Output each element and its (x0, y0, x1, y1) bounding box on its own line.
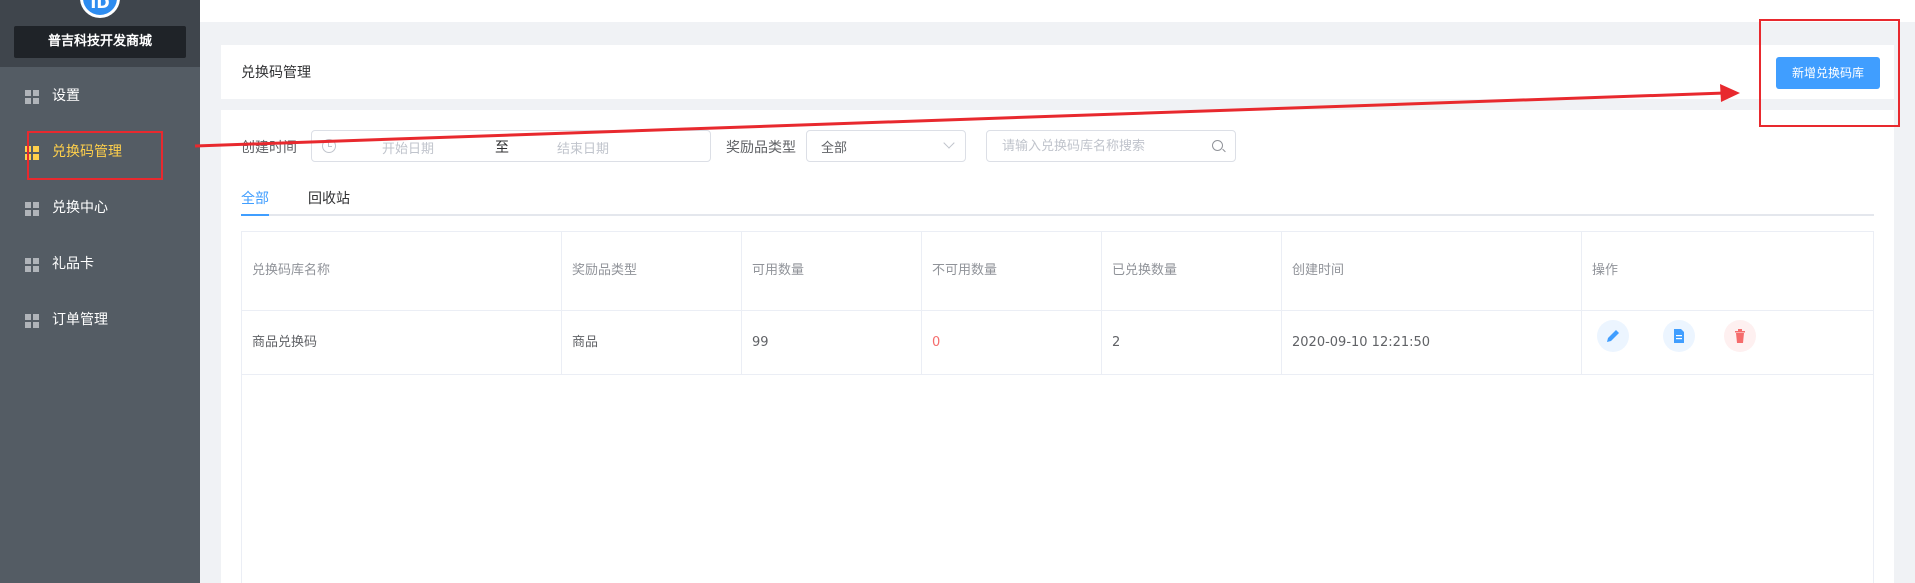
annotation-arrow (194, 84, 1740, 148)
